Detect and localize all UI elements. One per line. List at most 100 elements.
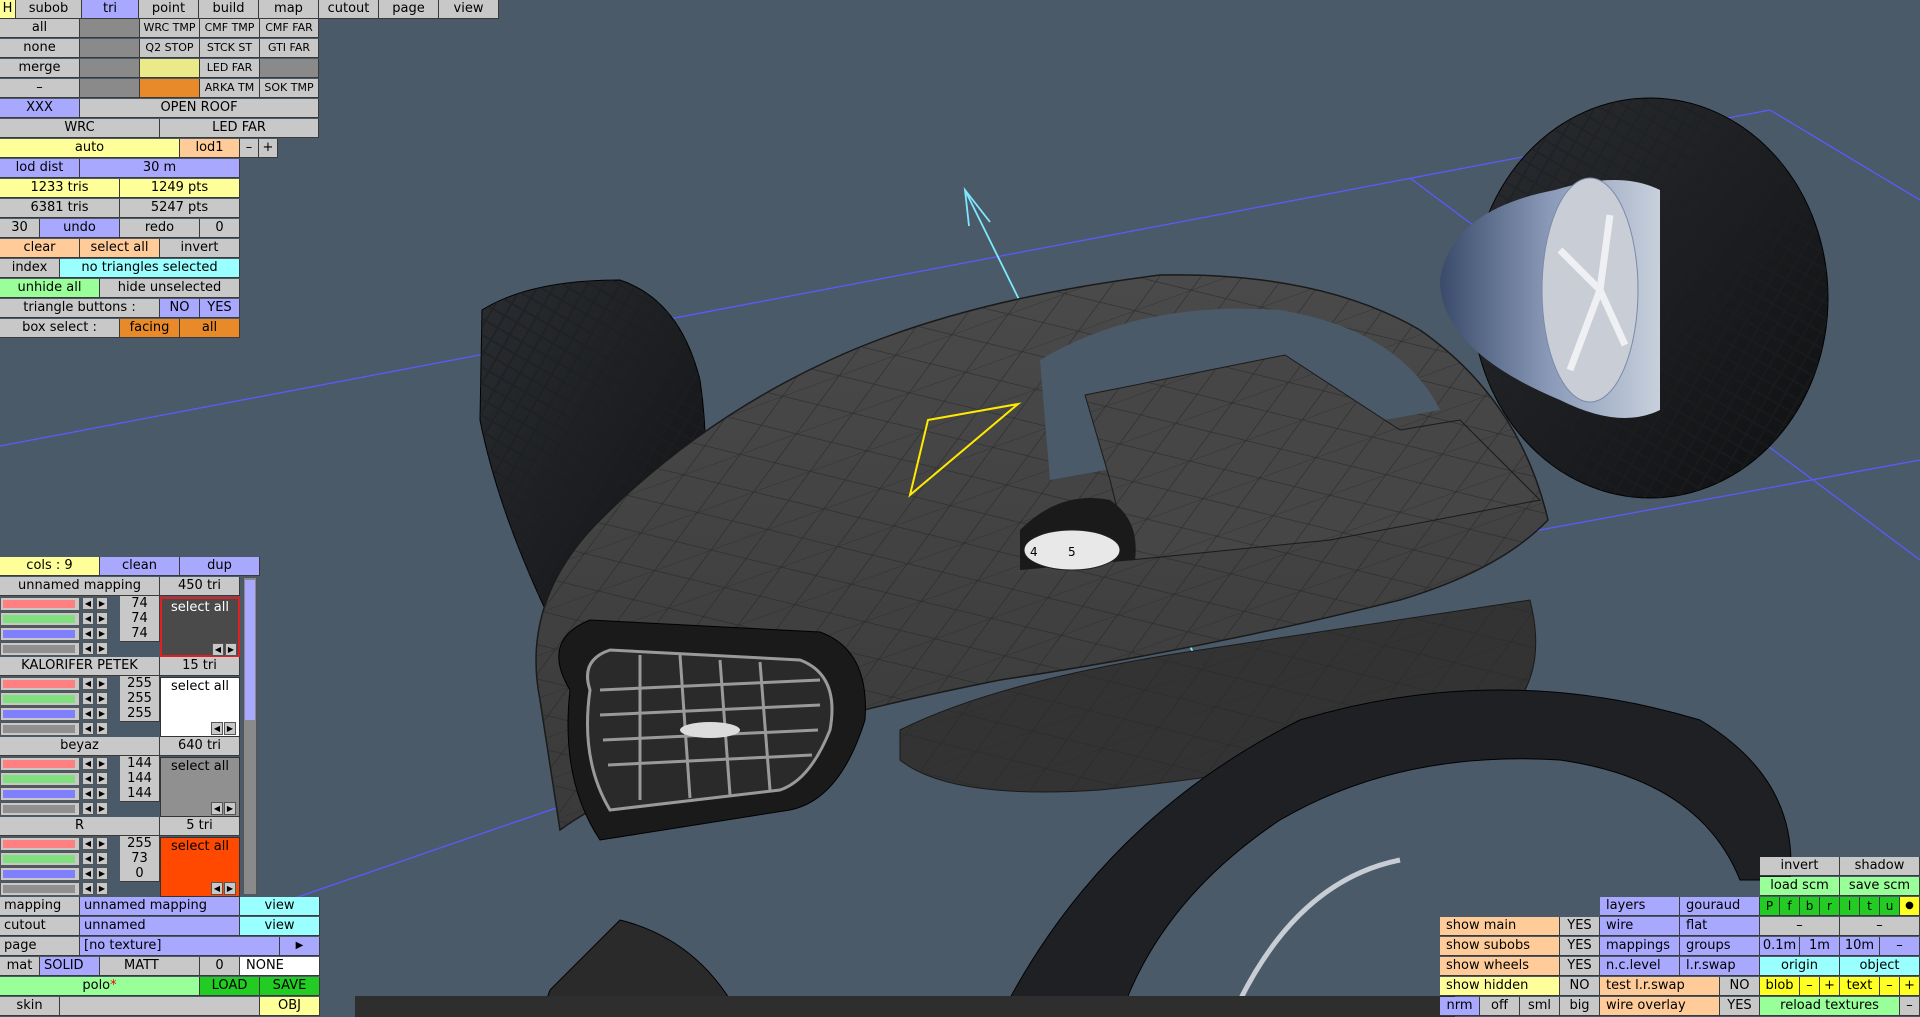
swatch-next-arrow-icon[interactable]: ▶ (225, 643, 237, 656)
increment-arrow-icon[interactable]: ▶ (96, 677, 108, 690)
view-dir-r-button[interactable]: r (1820, 897, 1840, 916)
triangle-buttons-no[interactable]: NO (160, 299, 200, 318)
layers-button[interactable]: layers (1600, 897, 1680, 916)
box-select-facing[interactable]: facing (120, 319, 180, 338)
swatch-select-all[interactable]: select all (161, 838, 239, 856)
channel-slider-r[interactable] (0, 837, 80, 851)
mat-solid-button[interactable]: SOLID (40, 957, 100, 976)
load-scm-button[interactable]: load scm (1760, 877, 1840, 896)
3d-viewport[interactable]: 4 5 (0, 0, 1920, 1017)
subob-swatch-3[interactable] (80, 59, 140, 78)
wrc-button[interactable]: WRC (0, 119, 160, 138)
increment-arrow-icon[interactable]: ▶ (96, 627, 108, 640)
skin-field[interactable] (60, 997, 260, 1016)
swatch-prev-arrow-icon[interactable]: ◀ (211, 722, 223, 735)
channel-value-r[interactable]: 255 (120, 676, 160, 692)
subob-cmf-far[interactable]: CMF FAR (260, 19, 319, 38)
channel-slider-r[interactable] (0, 757, 80, 771)
groups-button[interactable]: groups (1680, 937, 1760, 956)
tab-subob[interactable]: subob (16, 0, 82, 19)
origin-button[interactable]: origin (1760, 957, 1840, 976)
grid-1m[interactable]: 1m (1800, 937, 1840, 956)
view-dir-t-button[interactable]: t (1860, 897, 1880, 916)
gouraud-button[interactable]: gouraud (1680, 897, 1760, 916)
unhide-all-button[interactable]: unhide all (0, 279, 100, 298)
tab-point[interactable]: point (139, 0, 199, 19)
material-swatch[interactable]: select all ◀ ▶ (160, 837, 240, 897)
wire-button[interactable]: wire (1600, 917, 1680, 936)
invert-view-button[interactable]: invert (1760, 857, 1840, 876)
subob-swatch-1[interactable] (80, 19, 140, 38)
xxx-button[interactable]: XXX (0, 99, 80, 118)
mapping-select[interactable]: unnamed mapping (80, 897, 240, 916)
view-dir-f-button[interactable]: f (1780, 897, 1800, 916)
view-dir-b-button[interactable]: b (1800, 897, 1820, 916)
channel-slider-g[interactable] (0, 772, 80, 786)
increment-arrow-icon[interactable]: ▶ (96, 722, 108, 735)
material-name[interactable]: KALORIFER PETEK (0, 657, 160, 676)
subob-swatch-4[interactable] (80, 79, 140, 98)
lr-swap-button[interactable]: l.r.swap (1680, 957, 1760, 976)
clean-button[interactable]: clean (100, 557, 180, 576)
channel-slider-a[interactable] (0, 722, 80, 736)
view-dot-button[interactable]: ● (1900, 897, 1920, 916)
index-button[interactable]: index (0, 259, 60, 278)
select-all-button[interactable]: select all (80, 239, 160, 258)
subob-swatch-orange[interactable] (140, 79, 200, 98)
lod-minus-button[interactable]: – (240, 139, 259, 158)
channel-value-r[interactable]: 255 (120, 836, 160, 852)
increment-arrow-icon[interactable]: ▶ (96, 882, 108, 895)
swatch-next-arrow-icon[interactable]: ▶ (224, 722, 236, 735)
page-select[interactable]: [no texture] (80, 937, 280, 956)
subob-swatch-yellow[interactable] (140, 59, 200, 78)
merge-button[interactable]: merge (0, 59, 80, 78)
subob-sok-tmp[interactable]: SOK TMP (260, 79, 319, 98)
lod1-button[interactable]: lod1 (180, 139, 240, 158)
led-far-button[interactable]: LED FAR (160, 119, 319, 138)
all-button[interactable]: all (0, 19, 80, 38)
swatch-next-arrow-icon[interactable]: ▶ (224, 802, 236, 815)
normals-off[interactable]: off (1480, 997, 1520, 1016)
decrement-arrow-icon[interactable]: ◀ (82, 677, 94, 690)
tab-page[interactable]: page (379, 0, 439, 19)
increment-arrow-icon[interactable]: ▶ (96, 772, 108, 785)
lod-dist-value[interactable]: 30 m (80, 159, 240, 178)
increment-arrow-icon[interactable]: ▶ (96, 787, 108, 800)
subob-gti-far[interactable]: GTI FAR (260, 39, 319, 58)
swatch-prev-arrow-icon[interactable]: ◀ (212, 643, 224, 656)
view-dir-u-button[interactable]: u (1880, 897, 1900, 916)
reload-dash-button[interactable]: – (1900, 997, 1920, 1016)
channel-value-g[interactable]: 73 (120, 851, 160, 867)
channel-slider-b[interactable] (0, 787, 80, 801)
mat-none[interactable]: NONE (240, 957, 320, 976)
decrement-arrow-icon[interactable]: ◀ (82, 692, 94, 705)
redo-button[interactable]: redo (120, 219, 200, 238)
mat-matt-button[interactable]: MATT (100, 957, 200, 976)
channel-slider-r[interactable] (0, 677, 80, 691)
material-swatch[interactable]: select all ◀ ▶ (160, 597, 240, 657)
colors-scrollbar-thumb[interactable] (245, 580, 255, 720)
channel-value-b[interactable]: 255 (120, 706, 160, 722)
swatch-next-arrow-icon[interactable]: ▶ (224, 882, 236, 895)
decrement-arrow-icon[interactable]: ◀ (82, 802, 94, 815)
channel-value-b[interactable]: 74 (120, 626, 160, 642)
decrement-arrow-icon[interactable]: ◀ (82, 597, 94, 610)
decrement-arrow-icon[interactable]: ◀ (82, 772, 94, 785)
normals-nrm[interactable]: nrm (1440, 997, 1480, 1016)
channel-slider-g[interactable] (0, 852, 80, 866)
object-button[interactable]: object (1840, 957, 1920, 976)
decrement-arrow-icon[interactable]: ◀ (82, 722, 94, 735)
reload-textures-button[interactable]: reload textures (1760, 997, 1900, 1016)
view-dir-l-button[interactable]: l (1840, 897, 1860, 916)
dash-button-2[interactable]: – (1840, 917, 1920, 936)
subob-wrc-tmp[interactable]: WRC TMP (140, 19, 200, 38)
channel-slider-a[interactable] (0, 802, 80, 816)
channel-slider-b[interactable] (0, 707, 80, 721)
increment-arrow-icon[interactable]: ▶ (96, 707, 108, 720)
channel-slider-r[interactable] (0, 597, 80, 611)
channel-value-g[interactable]: 255 (120, 691, 160, 707)
material-name[interactable]: beyaz (0, 737, 160, 756)
page-arrow-button[interactable]: ▶ (280, 937, 320, 956)
decrement-arrow-icon[interactable]: ◀ (82, 707, 94, 720)
mapping-view-button[interactable]: view (240, 897, 320, 916)
